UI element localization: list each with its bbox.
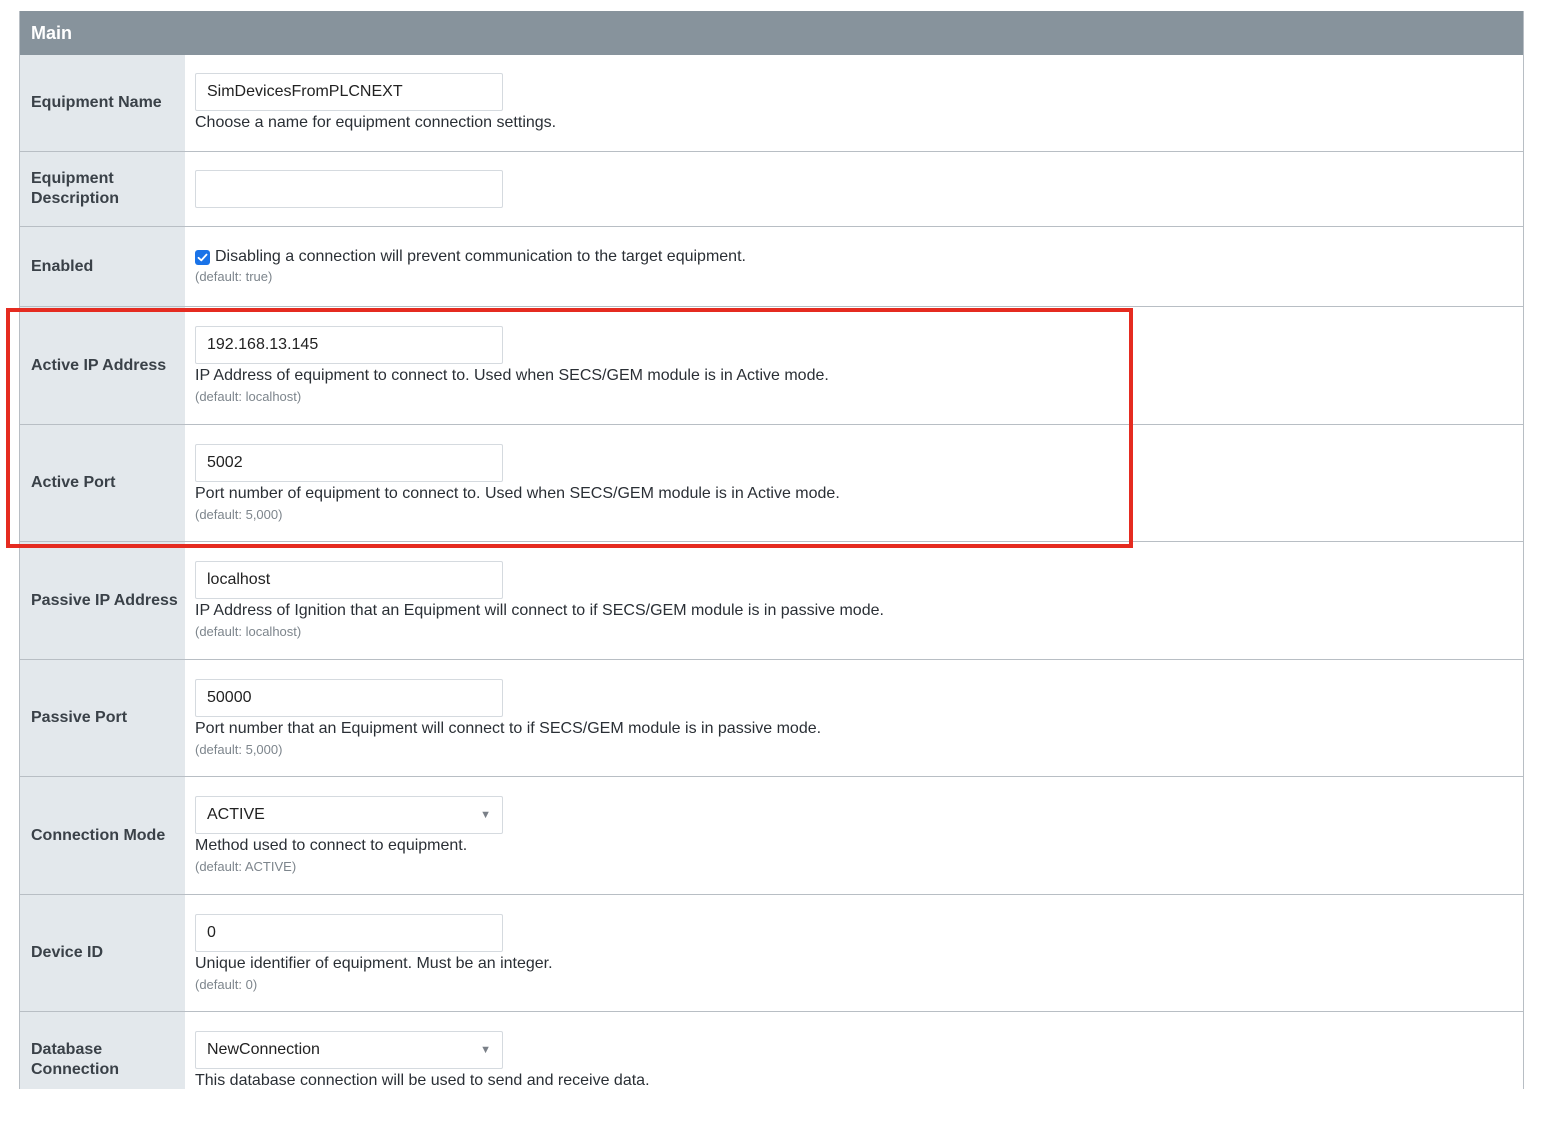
database-connection-value: NewConnection xyxy=(207,1041,320,1058)
connection-mode-select[interactable]: ACTIVE ▼ xyxy=(195,796,503,834)
main-settings-panel: Main Equipment Name Choose a name for eq… xyxy=(19,11,1524,1089)
active-port-input[interactable] xyxy=(195,443,503,482)
active-port-content: Port number of equipment to connect to. … xyxy=(185,425,1523,541)
passive-ip-address-content: IP Address of Ignition that an Equipment… xyxy=(185,542,1523,659)
checkmark-icon xyxy=(197,253,208,261)
enabled-default: (default: true) xyxy=(195,269,273,284)
section-header: Main xyxy=(20,11,1523,55)
device-id-default: (default: 0) xyxy=(195,976,258,992)
device-id-content: Unique identifier of equipment. Must be … xyxy=(185,895,1523,1011)
row-device-id: Device ID Unique identifier of equipment… xyxy=(20,895,1523,1012)
row-passive-port: Passive Port Port number that an Equipme… xyxy=(20,660,1523,777)
row-active-ip-address: Active IP Address IP Address of equipmen… xyxy=(20,307,1523,425)
passive-port-help: Port number that an Equipment will conne… xyxy=(195,719,822,737)
passive-ip-address-help: IP Address of Ignition that an Equipment… xyxy=(195,602,884,619)
connection-mode-help: Method used to connect to equipment. xyxy=(195,837,468,854)
row-database-connection: Database Connection NewConnection ▼ This… xyxy=(20,1012,1523,1089)
active-ip-address-help: IP Address of equipment to connect to. U… xyxy=(195,367,829,384)
active-ip-address-input[interactable] xyxy=(195,326,503,364)
row-connection-mode: Connection Mode ACTIVE ▼ Method used to … xyxy=(20,777,1523,895)
database-connection-select[interactable]: NewConnection ▼ xyxy=(195,1031,503,1069)
database-connection-help: This database connection will be used to… xyxy=(195,1072,650,1089)
row-equipment-description: Equipment Description xyxy=(20,152,1523,227)
equipment-name-input[interactable] xyxy=(195,73,503,111)
page: Main Equipment Name Choose a name for eq… xyxy=(0,0,1550,1122)
connection-mode-content: ACTIVE ▼ Method used to connect to equip… xyxy=(185,777,1523,894)
passive-port-content: Port number that an Equipment will conne… xyxy=(185,660,1523,776)
database-connection-label: Database Connection xyxy=(20,1012,185,1089)
active-port-label: Active Port xyxy=(20,425,185,541)
row-equipment-name: Equipment Name Choose a name for equipme… xyxy=(20,55,1523,152)
passive-port-input[interactable] xyxy=(195,678,503,717)
connection-mode-label: Connection Mode xyxy=(20,777,185,894)
row-active-port: Active Port Port number of equipment to … xyxy=(20,425,1523,542)
enabled-check-line: Disabling a connection will prevent comm… xyxy=(195,248,1523,266)
chevron-down-icon: ▼ xyxy=(480,809,491,821)
enabled-help: Disabling a connection will prevent comm… xyxy=(215,248,746,265)
connection-mode-value: ACTIVE xyxy=(207,806,265,823)
passive-ip-address-default: (default: localhost) xyxy=(195,624,302,639)
passive-port-default: (default: 5,000) xyxy=(195,741,283,757)
row-enabled: Enabled Disabling a connection will prev… xyxy=(20,227,1523,307)
active-port-default: (default: 5,000) xyxy=(195,506,283,522)
active-ip-address-default: (default: localhost) xyxy=(195,389,302,404)
equipment-name-label: Equipment Name xyxy=(20,55,185,151)
row-passive-ip-address: Passive IP Address IP Address of Ignitio… xyxy=(20,542,1523,660)
enabled-checkbox[interactable] xyxy=(195,249,210,265)
database-connection-content: NewConnection ▼ This database connection… xyxy=(185,1012,1523,1089)
equipment-description-input[interactable] xyxy=(195,170,503,208)
enabled-label: Enabled xyxy=(20,227,185,306)
active-port-help: Port number of equipment to connect to. … xyxy=(195,484,840,502)
enabled-content: Disabling a connection will prevent comm… xyxy=(185,227,1523,306)
passive-ip-address-label: Passive IP Address xyxy=(20,542,185,659)
equipment-name-help: Choose a name for equipment connection s… xyxy=(195,114,557,131)
device-id-input[interactable] xyxy=(195,913,503,952)
active-ip-address-content: IP Address of equipment to connect to. U… xyxy=(185,307,1523,424)
equipment-description-label: Equipment Description xyxy=(20,152,185,226)
device-id-label: Device ID xyxy=(20,895,185,1011)
connection-mode-default: (default: ACTIVE) xyxy=(195,859,297,874)
equipment-name-content: Choose a name for equipment connection s… xyxy=(185,55,1523,151)
chevron-down-icon: ▼ xyxy=(480,1044,491,1056)
device-id-help: Unique identifier of equipment. Must be … xyxy=(195,954,553,972)
passive-ip-address-input[interactable] xyxy=(195,561,503,599)
equipment-description-content xyxy=(185,152,1523,226)
active-ip-address-label: Active IP Address xyxy=(20,307,185,424)
passive-port-label: Passive Port xyxy=(20,660,185,776)
